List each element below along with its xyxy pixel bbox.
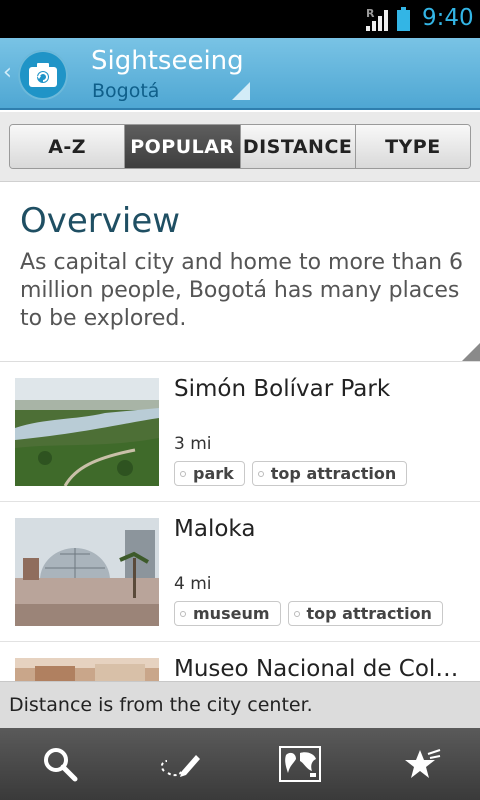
signal-icon (366, 10, 388, 31)
map-icon (279, 746, 321, 782)
map-button[interactable] (240, 728, 360, 800)
bottom-action-bar (0, 728, 480, 800)
favorites-button[interactable] (360, 728, 480, 800)
overview-section[interactable]: Overview As capital city and home to mor… (0, 183, 480, 361)
notes-button[interactable] (120, 728, 240, 800)
sort-tabs: A-Z POPULAR DISTANCE TYPE (9, 124, 471, 169)
screen-title: Sightseeing (91, 46, 244, 76)
tag: top attraction (251, 461, 408, 486)
list-item[interactable]: Museo Nacional de Colo… (0, 642, 480, 681)
item-distance: 4 mi (174, 574, 212, 594)
status-bar: R 9:40 (0, 0, 480, 38)
item-name: Museo Nacional de Colo… (174, 656, 464, 681)
tag: park (174, 461, 245, 486)
overview-title: Overview (20, 201, 181, 241)
up-chevron-icon[interactable]: ‹ (3, 60, 12, 85)
search-button[interactable] (0, 728, 120, 800)
tab-popular[interactable]: POPULAR (125, 125, 241, 168)
sight-list: Simón Bolívar Park 3 mi park top attract… (0, 361, 480, 681)
list-item[interactable]: Simón Bolívar Park 3 mi park top attract… (0, 362, 480, 502)
item-distance: 3 mi (174, 434, 212, 454)
tag: museum (174, 601, 281, 626)
pencil-icon (160, 755, 200, 777)
clock: 9:40 (422, 5, 474, 31)
camera-icon[interactable] (18, 50, 68, 100)
distance-toast: Distance is from the city center. (0, 681, 480, 728)
item-tags: museum top attraction (174, 601, 443, 626)
tag: top attraction (287, 601, 443, 626)
list-item[interactable]: Maloka 4 mi museum top attraction (0, 502, 480, 642)
expand-corner-icon (462, 343, 480, 361)
tab-a-z[interactable]: A-Z (10, 125, 126, 168)
battery-icon (397, 7, 410, 31)
toast-text: Distance is from the city center. (9, 694, 313, 716)
city-spinner-label[interactable]: Bogotá (92, 80, 159, 102)
museum-nacional-thumbnail (15, 658, 159, 681)
item-name: Simón Bolívar Park (174, 376, 391, 402)
item-name: Maloka (174, 516, 256, 542)
park-thumbnail (15, 378, 159, 486)
museum-thumbnail (15, 518, 159, 626)
sort-tab-bar: A-Z POPULAR DISTANCE TYPE (0, 112, 480, 182)
tab-type[interactable]: TYPE (355, 125, 470, 168)
overview-text: As capital city and home to more than 6 … (20, 250, 464, 331)
search-icon (44, 748, 78, 782)
favorites-star-icon (405, 749, 441, 778)
spinner-indicator-icon[interactable] (232, 82, 250, 100)
item-tags: park top attraction (174, 461, 408, 486)
tab-distance[interactable]: DISTANCE (240, 125, 356, 168)
